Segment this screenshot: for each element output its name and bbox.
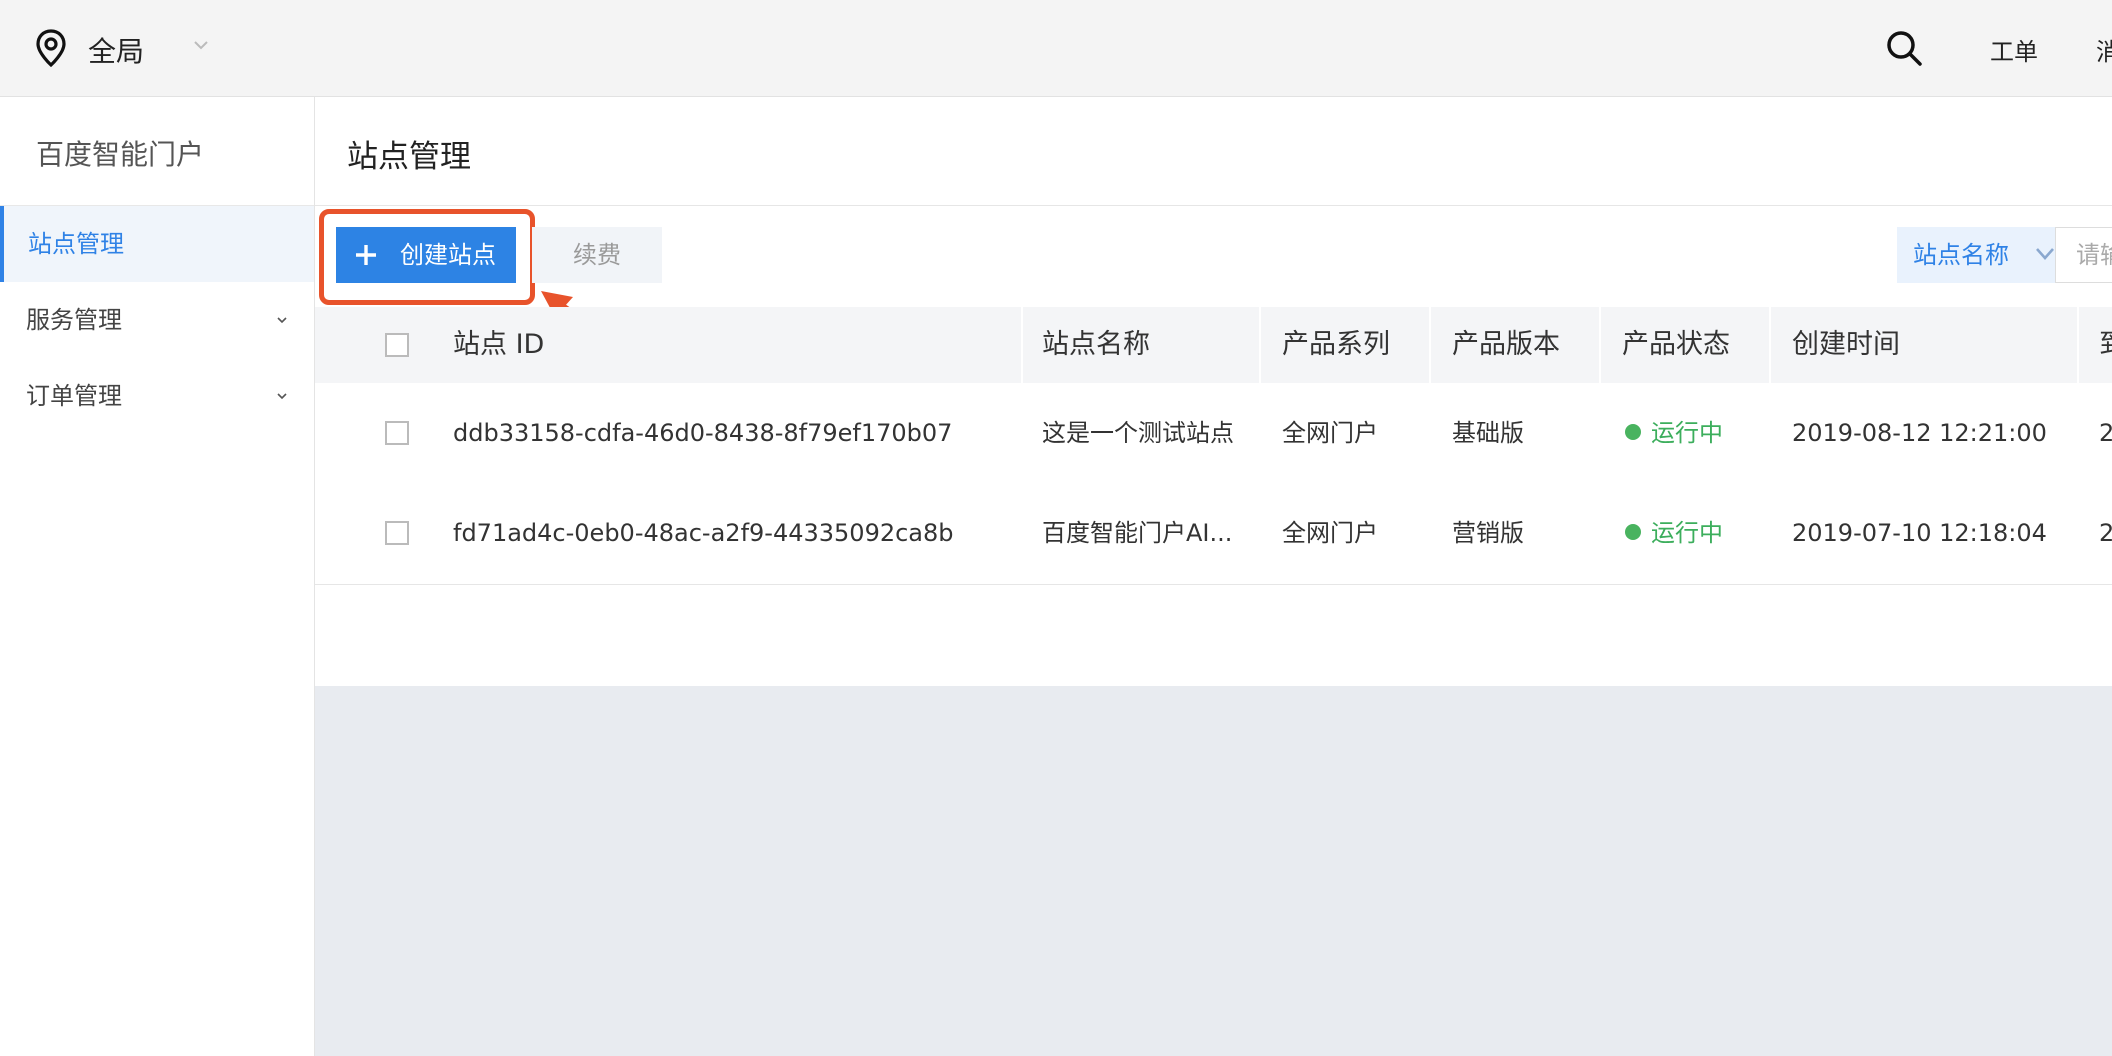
status-label: 运行中: [1651, 519, 1723, 547]
cell-product-status: 运行中: [1625, 483, 1723, 583]
column-separator: [1429, 307, 1431, 383]
filter-field-label: 站点名称: [1913, 241, 2009, 269]
column-separator: [1021, 307, 1023, 383]
table-bottom-border: [315, 584, 2112, 585]
sidebar-item-label: 订单管理: [26, 382, 122, 410]
topnav-tickets[interactable]: 工单: [1990, 32, 2038, 67]
sidebar-item-service-management[interactable]: 服务管理: [0, 282, 314, 358]
annotation-highlight-box: [319, 209, 535, 305]
status-dot-icon: [1625, 524, 1641, 540]
chevron-down-icon: [2036, 248, 2054, 260]
column-header-site-id[interactable]: 站点 ID: [453, 307, 544, 383]
table-row: fd71ad4c-0eb0-48ac-a2f9-44335092ca8b 百度智…: [315, 483, 2112, 583]
column-separator: [2077, 307, 2079, 383]
table-header: 站点 ID 站点名称 产品系列 产品版本 产品状态 创建时间 到: [315, 307, 2112, 383]
select-all-checkbox[interactable]: [385, 333, 409, 357]
column-header-site-name[interactable]: 站点名称: [1042, 307, 1150, 383]
column-header-product-version[interactable]: 产品版本: [1452, 307, 1560, 383]
column-header-created-time[interactable]: 创建时间: [1792, 307, 1900, 383]
status-dot-icon: [1625, 424, 1641, 440]
page-title: 站点管理: [347, 139, 471, 175]
location-pin-icon[interactable]: [34, 28, 68, 68]
topnav-messages[interactable]: 消: [2096, 32, 2112, 67]
status-label: 运行中: [1651, 419, 1723, 447]
cell-site-id: ddb33158-cdfa-46d0-8438-8f79ef170b07: [453, 419, 953, 447]
sidebar-item-site-management[interactable]: 站点管理: [0, 206, 314, 282]
column-header-product-series[interactable]: 产品系列: [1282, 307, 1390, 383]
cell-product-series: 全网门户: [1282, 419, 1378, 447]
cell-site-id: fd71ad4c-0eb0-48ac-a2f9-44335092ca8b: [453, 519, 954, 547]
cell-created-time: 2019-08-12 12:21:00: [1792, 419, 2047, 447]
chevron-down-icon: [277, 393, 287, 400]
cell-expiry: 2: [2099, 519, 2112, 547]
column-header-expiry[interactable]: 到: [2099, 307, 2112, 383]
cell-site-name[interactable]: 百度智能门户AI...: [1042, 483, 1254, 583]
top-bar: 全局 工单 消: [0, 0, 2112, 97]
table-row: ddb33158-cdfa-46d0-8438-8f79ef170b07 这是一…: [315, 383, 2112, 483]
sidebar-item-label: 站点管理: [28, 230, 124, 258]
row-checkbox[interactable]: [385, 521, 409, 545]
sidebar-item-label: 服务管理: [26, 306, 122, 334]
column-separator: [1259, 307, 1261, 383]
region-selector-label[interactable]: 全局: [88, 30, 144, 70]
row-checkbox[interactable]: [385, 421, 409, 445]
search-input[interactable]: 请输: [2055, 227, 2112, 283]
divider: [315, 205, 2112, 206]
filter-field-select[interactable]: 站点名称: [1897, 227, 2069, 283]
cell-product-status: 运行中: [1625, 383, 1723, 483]
column-separator: [1599, 307, 1601, 383]
sidebar-title: 百度智能门户: [36, 138, 205, 171]
search-icon[interactable]: [1884, 28, 1924, 68]
cell-product-version: 营销版: [1452, 519, 1524, 547]
cell-product-version: 基础版: [1452, 419, 1524, 447]
sidebar-item-order-management[interactable]: 订单管理: [0, 358, 314, 434]
cell-expiry: 2: [2099, 419, 2112, 447]
column-header-product-status[interactable]: 产品状态: [1622, 307, 1730, 383]
main-panel: 站点管理 创建站点 续费 站点名称 请输 站点 ID 站点名称 产品系列 产品版…: [315, 97, 2112, 686]
cell-site-name[interactable]: 这是一个测试站点: [1042, 383, 1254, 483]
cell-product-series: 全网门户: [1282, 519, 1378, 547]
cell-created-time: 2019-07-10 12:18:04: [1792, 519, 2047, 547]
chevron-down-icon: [277, 317, 287, 324]
chevron-down-icon[interactable]: [192, 36, 210, 54]
sidebar: 百度智能门户 站点管理 服务管理 订单管理: [0, 97, 315, 1056]
column-separator: [1769, 307, 1771, 383]
renew-button[interactable]: 续费: [532, 227, 662, 283]
